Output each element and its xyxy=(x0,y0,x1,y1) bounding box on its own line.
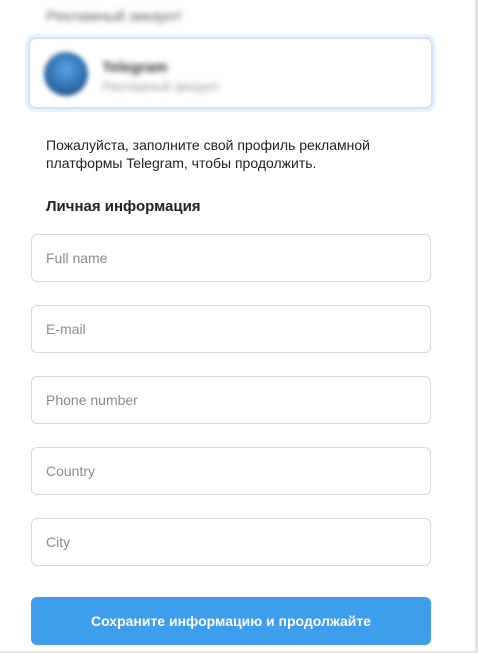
account-name: Telegram xyxy=(102,59,168,76)
blurred-heading: Рекламный аккаунт xyxy=(46,8,183,25)
save-and-continue-button[interactable]: Сохраните информацию и продолжайте xyxy=(31,597,431,645)
section-title: Личная информация xyxy=(46,198,201,215)
phone-number-input[interactable] xyxy=(31,376,431,424)
intro-text: Пожалуйста, заполните свой профиль рекла… xyxy=(46,137,370,171)
account-card[interactable]: Telegram Рекламный аккаунт xyxy=(28,37,433,109)
full-name-input[interactable] xyxy=(31,234,431,282)
profile-form-page: Рекламный аккаунт Telegram Рекламный акк… xyxy=(0,0,478,653)
account-avatar-icon xyxy=(44,52,88,96)
city-input[interactable] xyxy=(31,518,431,566)
email-input[interactable] xyxy=(31,305,431,353)
country-input[interactable] xyxy=(31,447,431,495)
account-subtitle: Рекламный аккаунт xyxy=(102,79,220,94)
